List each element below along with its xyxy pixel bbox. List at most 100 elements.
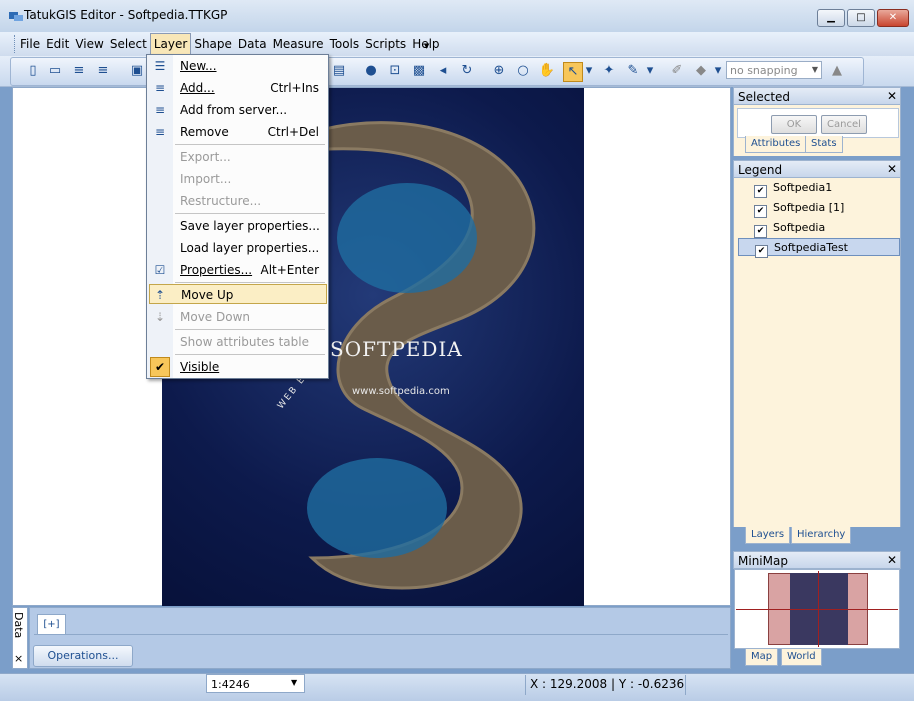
selected-panel-close-icon[interactable]: ✕: [886, 89, 898, 103]
menu-item-move-up[interactable]: Move Up: [149, 284, 327, 304]
paste-icon[interactable]: ▤: [330, 62, 348, 80]
menu-item-label: Load layer properties...: [180, 241, 320, 255]
legend-item[interactable]: ✔ Softpedia [1]: [738, 199, 900, 218]
menu-item-add[interactable]: Add... Ctrl+Ins: [174, 78, 327, 98]
eraser-dropdown-icon[interactable]: ▾: [712, 62, 724, 80]
menu-item-new[interactable]: New...: [174, 56, 327, 76]
snapping-select[interactable]: no snapping: [726, 61, 822, 79]
menu-layer[interactable]: Layer: [149, 33, 192, 56]
data-divider: [34, 634, 728, 635]
menu-item-import[interactable]: Import...: [174, 169, 327, 189]
back-icon[interactable]: ◂: [434, 62, 452, 80]
minimap-panel-close-icon[interactable]: ✕: [886, 553, 898, 567]
menu-item-add-from-server[interactable]: Add from server...: [174, 100, 327, 120]
menu-view[interactable]: View: [72, 34, 106, 54]
checkmark-icon: ✔: [150, 357, 170, 377]
menu-item-save-properties[interactable]: Save layer properties...: [174, 216, 327, 236]
legend-item-selected[interactable]: ✔ SoftpediaTest: [738, 238, 900, 258]
select-arrow-icon[interactable]: ↖: [563, 62, 583, 82]
menu-separator: [175, 329, 325, 330]
pan-hand-icon[interactable]: ✋: [538, 62, 556, 80]
magnifier-icon[interactable]: ○: [514, 62, 532, 80]
refresh-icon[interactable]: ↻: [458, 62, 476, 80]
data-close-icon[interactable]: ×: [14, 652, 23, 665]
menu-item-load-properties[interactable]: Load layer properties...: [174, 238, 327, 258]
legend-item-label: Softpedia: [773, 221, 826, 234]
menu-tools[interactable]: Tools: [327, 34, 363, 54]
menu-item-label: Add...: [180, 81, 215, 95]
add-layer-icon: ≡: [154, 81, 166, 95]
add-layer-icon[interactable]: ≡: [70, 62, 88, 80]
menu-measure[interactable]: Measure: [270, 34, 327, 54]
menu-file[interactable]: File: [17, 34, 43, 54]
select-dropdown-icon[interactable]: ▾: [583, 62, 595, 80]
menu-separator: [175, 354, 325, 355]
status-separator: [525, 675, 526, 695]
menu-edit[interactable]: Edit: [43, 34, 72, 54]
menu-item-properties[interactable]: Properties... Alt+Enter: [174, 260, 327, 280]
checkbox-icon[interactable]: ✔: [754, 185, 767, 198]
tab-layers[interactable]: Layers: [745, 527, 791, 544]
maximize-button[interactable]: □: [847, 9, 875, 27]
cancel-button[interactable]: Cancel: [821, 115, 867, 134]
menu-item-move-down[interactable]: Move Down: [174, 307, 327, 327]
zoom-extent-icon[interactable]: ⊡: [386, 62, 404, 80]
checkbox-icon[interactable]: ✔: [754, 205, 767, 218]
remove-layer-icon[interactable]: ≡: [94, 62, 112, 80]
ok-button[interactable]: OK: [771, 115, 817, 134]
menu-item-export[interactable]: Export...: [174, 147, 327, 167]
menu-item-visible[interactable]: Visible: [174, 357, 327, 377]
server-layer-icon: ≡: [154, 103, 166, 117]
tab-hierarchy[interactable]: Hierarchy: [791, 527, 852, 544]
menu-item-label: Export...: [180, 150, 231, 164]
legend-panel-close-icon[interactable]: ✕: [886, 162, 898, 176]
menu-select[interactable]: Select: [107, 34, 150, 54]
window-title: TatukGIS Editor - Softpedia.TTKGP: [24, 8, 228, 22]
data-panel: [29, 607, 731, 669]
eraser-icon[interactable]: ◆: [692, 62, 710, 80]
app-icon: [9, 12, 23, 21]
legend-item[interactable]: ✔ Softpedia: [738, 219, 900, 238]
menu-item-label: Visible: [180, 360, 220, 374]
menu-item-label: Move Up: [181, 288, 234, 302]
legend-item-label: SoftpediaTest: [774, 241, 848, 254]
map-watermark: SOFTPEDIA: [330, 337, 463, 361]
menu-item-remove[interactable]: Remove Ctrl+Del: [174, 122, 327, 142]
legend-panel-header: Legend: [733, 160, 901, 178]
menu-overflow-icon[interactable]: ▼: [424, 42, 432, 50]
selected-panel-buttons: [737, 108, 899, 138]
checkbox-icon[interactable]: ✔: [755, 245, 768, 258]
new-file-icon[interactable]: ▯: [24, 62, 42, 80]
tab-map[interactable]: Map: [745, 649, 779, 666]
globe-icon[interactable]: ●: [362, 62, 380, 80]
legend-item[interactable]: ✔ Softpedia1: [738, 179, 900, 198]
save-icon[interactable]: ▣: [128, 62, 146, 80]
coordinates-readout: X : 129.2008 | Y : -0.6236: [530, 677, 685, 691]
menu-data[interactable]: Data: [235, 34, 270, 54]
close-button[interactable]: ✕: [877, 9, 909, 27]
tab-stats[interactable]: Stats: [805, 136, 843, 153]
zoom-layer-icon[interactable]: ▩: [410, 62, 428, 80]
minimap-panel-header: MiniMap: [733, 551, 901, 569]
tab-world[interactable]: World: [781, 649, 822, 666]
open-folder-icon[interactable]: ▭: [46, 62, 64, 80]
operations-button[interactable]: Operations...: [33, 645, 133, 667]
edit-vertex-icon[interactable]: ✦: [600, 62, 618, 80]
chevron-down-icon[interactable]: ▼: [291, 678, 297, 687]
minimize-button[interactable]: ▁: [817, 9, 845, 27]
menu-shape[interactable]: Shape: [191, 34, 235, 54]
ruler-dropdown-icon[interactable]: ▾: [644, 62, 656, 80]
menu-scripts[interactable]: Scripts: [362, 34, 409, 54]
chevron-down-icon[interactable]: ▼: [809, 63, 821, 77]
zoom-icon[interactable]: ⊕: [490, 62, 508, 80]
checkbox-icon[interactable]: ✔: [754, 225, 767, 238]
new-layer-icon: ☰: [154, 59, 166, 73]
tab-attributes[interactable]: Attributes: [745, 136, 807, 153]
lock-icon[interactable]: ▲: [828, 62, 846, 80]
menu-item-show-attributes[interactable]: Show attributes table: [174, 332, 327, 352]
ruler-icon[interactable]: ✎: [624, 62, 642, 80]
pencil-icon[interactable]: ✐: [668, 62, 686, 80]
add-tab-button[interactable]: [+]: [37, 614, 66, 635]
shortcut-label: Ctrl+Del: [267, 125, 319, 139]
menu-item-restructure[interactable]: Restructure...: [174, 191, 327, 211]
